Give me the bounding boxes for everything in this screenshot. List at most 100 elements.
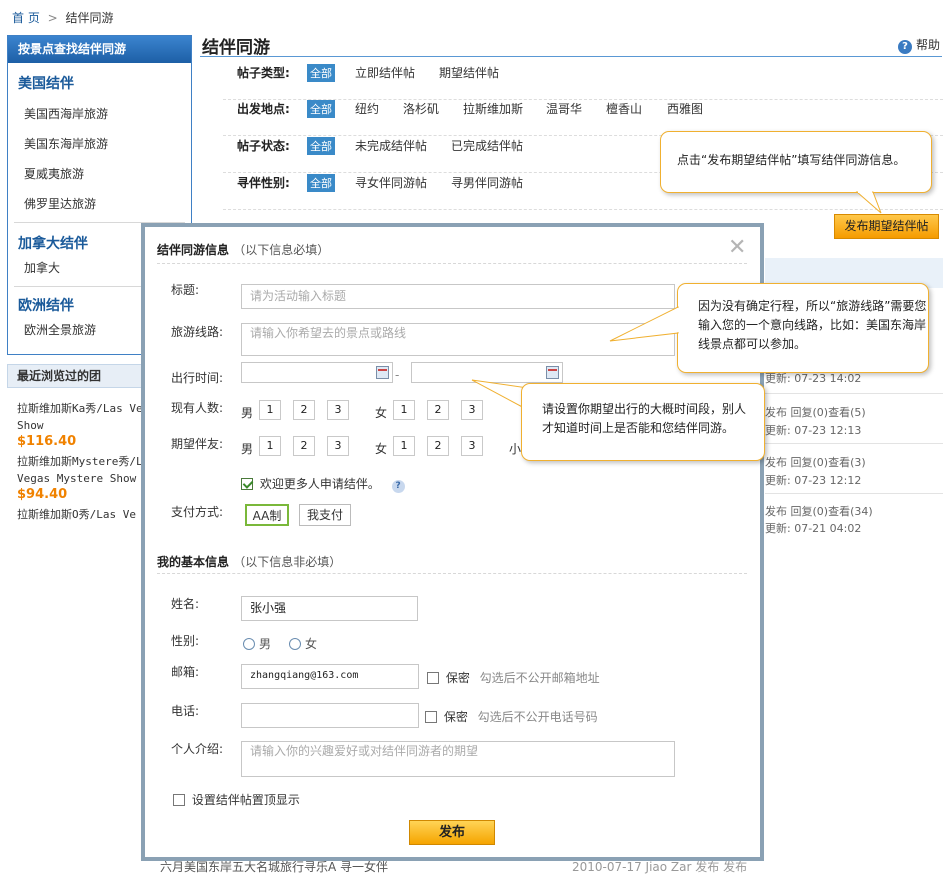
filter-option-all[interactable]: 全部 — [307, 174, 335, 192]
route-label: 旅游线路: — [171, 325, 224, 339]
filter-option-all[interactable]: 全部 — [307, 100, 335, 118]
email-private-row: 保密 勾选后不公开邮箱地址 — [427, 669, 600, 686]
filter-option[interactable]: 期望结伴帖 — [439, 64, 499, 81]
filter-option[interactable]: 未完成结伴帖 — [355, 137, 427, 154]
current-male-3[interactable]: 3 — [327, 400, 349, 420]
female-label: 女 — [375, 442, 388, 456]
current-male-2[interactable]: 2 — [293, 400, 315, 420]
phone-private-label: 保密 — [443, 710, 468, 724]
route-tooltip-text: 因为没有确定行程，所以“旅游线路”需要您输入您的一个意向线路，比如：美国东海岸线… — [698, 299, 927, 351]
filter-label: 帖子类型: — [237, 66, 290, 80]
filter-option[interactable]: 温哥华 — [546, 100, 582, 117]
email-private-label: 保密 — [445, 671, 470, 685]
filter-option[interactable]: 西雅图 — [667, 100, 703, 117]
section-divider — [157, 263, 747, 264]
expected-people-label: 期望伴友: — [171, 437, 224, 451]
section-note: （以下信息非必填） — [233, 555, 342, 569]
expect-male-1[interactable]: 1 — [259, 436, 281, 456]
gender-male-label: 男 — [259, 637, 272, 651]
pin-row: 设置结伴帖置顶显示 — [173, 791, 300, 808]
post-meta: 发布 回复(0)查看(3) — [765, 456, 866, 469]
current-female-1[interactable]: 1 — [393, 400, 415, 420]
route-tooltip-pointer — [609, 306, 679, 342]
expect-male-3[interactable]: 3 — [327, 436, 349, 456]
date-label: 出行时间: — [171, 371, 224, 385]
filter-option[interactable]: 洛杉矶 — [403, 100, 439, 117]
gender-male-radio[interactable] — [243, 638, 255, 650]
section-title-travel-info: 结伴同游信息 （以下信息必填） — [157, 241, 329, 258]
post-title[interactable]: 六月美国东岸五大名城旅行寻乐A 寻一女伴 — [160, 860, 388, 874]
title-underline — [200, 56, 942, 57]
expect-male-2[interactable]: 2 — [293, 436, 315, 456]
sidebar-group-usa[interactable]: 美国结伴 — [8, 73, 191, 93]
email-private-hint: 勾选后不公开邮箱地址 — [479, 671, 600, 685]
publish-post-button[interactable]: 发布期望结伴帖 — [834, 214, 939, 239]
help-icon: ? — [898, 40, 912, 54]
filter-option[interactable]: 已完成结伴帖 — [451, 137, 523, 154]
filter-option-all[interactable]: 全部 — [307, 137, 335, 155]
section-divider — [157, 573, 747, 574]
post-separator — [765, 443, 943, 444]
filter-label: 帖子状态: — [237, 139, 290, 153]
close-icon[interactable]: ✕ — [728, 235, 746, 260]
filter-option[interactable]: 拉斯维加斯 — [463, 100, 523, 117]
filter-label: 出发地点: — [237, 102, 290, 116]
start-date-input[interactable] — [241, 362, 393, 383]
sidebar-item-us-west[interactable]: 美国西海岸旅游 — [8, 99, 191, 129]
email-label: 邮箱: — [171, 665, 200, 679]
intro-textarea[interactable]: 请输入你的兴趣爱好或对结伴同游者的期望 — [241, 741, 675, 777]
phone-private-hint: 勾选后不公开电话号码 — [477, 710, 598, 724]
current-people-label: 现有人数: — [171, 401, 224, 415]
breadcrumb: 首 页 > 结伴同游 — [12, 9, 114, 26]
help-link[interactable]: ? 帮助 — [898, 36, 940, 54]
date-tooltip: 请设置你期望出行的大概时间段，别人才知道时间上是否能和您结伴同游。 — [521, 383, 765, 461]
phone-input[interactable] — [241, 703, 419, 728]
gender-male-option[interactable]: 男 — [243, 635, 271, 652]
sidebar-item-us-east[interactable]: 美国东海岸旅游 — [8, 129, 191, 159]
phone-private-checkbox[interactable] — [425, 711, 437, 723]
post-meta: 发布 回复(0)查看(34) — [765, 505, 873, 518]
pin-checkbox[interactable] — [173, 794, 185, 806]
expect-female-3[interactable]: 3 — [461, 436, 483, 456]
pin-label: 设置结伴帖置顶显示 — [191, 793, 300, 807]
section-title-basic-info: 我的基本信息 （以下信息非必填） — [157, 553, 341, 570]
pay-option-self[interactable]: 我支付 — [299, 504, 351, 526]
male-label: 男 — [241, 406, 254, 420]
filter-option[interactable]: 纽约 — [355, 100, 379, 117]
post-meta: 更新: 07-23 12:13 — [765, 424, 862, 437]
date-separator: - — [395, 368, 400, 382]
help-label: 帮助 — [916, 38, 941, 52]
gender-female-label: 女 — [305, 637, 318, 651]
filter-option[interactable]: 寻女伴同游帖 — [355, 174, 427, 191]
filter-option-all[interactable]: 全部 — [307, 64, 335, 82]
current-male-1[interactable]: 1 — [259, 400, 281, 420]
sidebar-item-florida[interactable]: 佛罗里达旅游 — [8, 189, 191, 219]
current-female-2[interactable]: 2 — [427, 400, 449, 420]
post-meta: 发布 回复(0)查看(5) — [765, 406, 866, 419]
filter-label: 寻伴性别: — [237, 176, 290, 190]
email-private-checkbox[interactable] — [427, 672, 439, 684]
filter-option[interactable]: 立即结伴帖 — [355, 64, 415, 81]
email-input[interactable]: zhangqiang@163.com — [241, 664, 419, 689]
name-input[interactable]: 张小强 — [241, 596, 418, 621]
breadcrumb-current: 结伴同游 — [65, 11, 114, 25]
sidebar-header: 按景点查找结伴同游 — [8, 36, 191, 63]
help-icon[interactable]: ? — [391, 480, 405, 493]
filter-option[interactable]: 寻男伴同游帖 — [451, 174, 523, 191]
submit-button[interactable]: 发布 — [409, 820, 495, 845]
gender-female-option[interactable]: 女 — [289, 635, 317, 652]
welcome-more-checkbox[interactable] — [241, 478, 253, 490]
route-tooltip: 因为没有确定行程，所以“旅游线路”需要您输入您的一个意向线路，比如：美国东海岸线… — [677, 283, 929, 373]
date-tooltip-text: 请设置你期望出行的大概时间段，别人才知道时间上是否能和您结伴同游。 — [542, 402, 747, 435]
publish-tooltip-text: 点击“发布期望结伴帖”填写结伴同游信息。 — [677, 153, 906, 167]
expect-female-1[interactable]: 1 — [393, 436, 415, 456]
breadcrumb-home-link[interactable]: 首 页 — [12, 11, 40, 25]
filter-option[interactable]: 檀香山 — [606, 100, 642, 117]
calendar-icon[interactable] — [376, 366, 389, 379]
gender-female-radio[interactable] — [289, 638, 301, 650]
post-meta: 更新: 07-23 12:12 — [765, 474, 862, 487]
pay-option-aa[interactable]: AA制 — [245, 504, 289, 526]
calendar-icon[interactable] — [546, 366, 559, 379]
sidebar-item-hawaii[interactable]: 夏威夷旅游 — [8, 159, 191, 189]
expect-female-2[interactable]: 2 — [427, 436, 449, 456]
